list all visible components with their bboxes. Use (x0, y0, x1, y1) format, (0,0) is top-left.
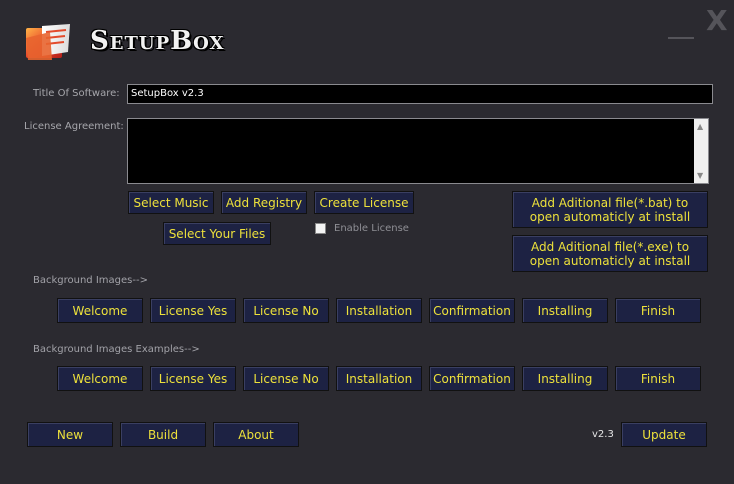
enable-license-label: Enable License (334, 223, 409, 234)
background-images-label: Background Images--> (33, 275, 148, 286)
bg-license-no-button[interactable]: License No (243, 298, 329, 323)
example-installation-button[interactable]: Installation (336, 366, 422, 391)
create-license-button[interactable]: Create License (314, 191, 414, 214)
background-examples-label: Background Images Examples--> (33, 344, 200, 355)
scroll-down-icon[interactable]: ▼ (697, 171, 703, 180)
bg-confirmation-button[interactable]: Confirmation (429, 298, 515, 323)
about-button[interactable]: About (213, 422, 299, 447)
license-scrollbar[interactable]: ▲ ▼ (694, 119, 708, 183)
license-textarea[interactable]: ▲ ▼ (127, 118, 709, 184)
bg-license-yes-button[interactable]: License Yes (150, 298, 236, 323)
example-license-yes-button[interactable]: License Yes (150, 366, 236, 391)
bg-finish-button[interactable]: Finish (615, 298, 701, 323)
example-installing-button[interactable]: Installing (522, 366, 608, 391)
bg-welcome-button[interactable]: Welcome (57, 298, 143, 323)
version-label: v2.3 (592, 429, 614, 440)
add-exe-file-button[interactable]: Add Aditional file(*.exe) to open automa… (512, 235, 708, 272)
add-bat-file-button[interactable]: Add Aditional file(*.bat) to open automa… (512, 191, 708, 228)
new-button[interactable]: New (27, 422, 113, 447)
minimize-icon[interactable] (668, 25, 694, 39)
title-input[interactable] (127, 84, 713, 104)
scroll-up-icon[interactable]: ▲ (697, 122, 703, 131)
add-registry-button[interactable]: Add Registry (221, 191, 307, 214)
example-welcome-button[interactable]: Welcome (57, 366, 143, 391)
example-finish-button[interactable]: Finish (615, 366, 701, 391)
license-label: License Agreement: (24, 121, 124, 132)
title-label: Title Of Software: (33, 88, 120, 99)
bg-installation-button[interactable]: Installation (336, 298, 422, 323)
select-files-button[interactable]: Select Your Files (163, 222, 271, 245)
app-title: SetupBox (90, 26, 225, 56)
folder-logo-icon (24, 22, 74, 62)
example-confirmation-button[interactable]: Confirmation (429, 366, 515, 391)
example-license-no-button[interactable]: License No (243, 366, 329, 391)
close-icon[interactable]: X (706, 4, 728, 38)
select-music-button[interactable]: Select Music (128, 191, 214, 214)
update-button[interactable]: Update (621, 422, 707, 447)
enable-license-checkbox[interactable] (315, 223, 326, 234)
bg-installing-button[interactable]: Installing (522, 298, 608, 323)
build-button[interactable]: Build (120, 422, 206, 447)
